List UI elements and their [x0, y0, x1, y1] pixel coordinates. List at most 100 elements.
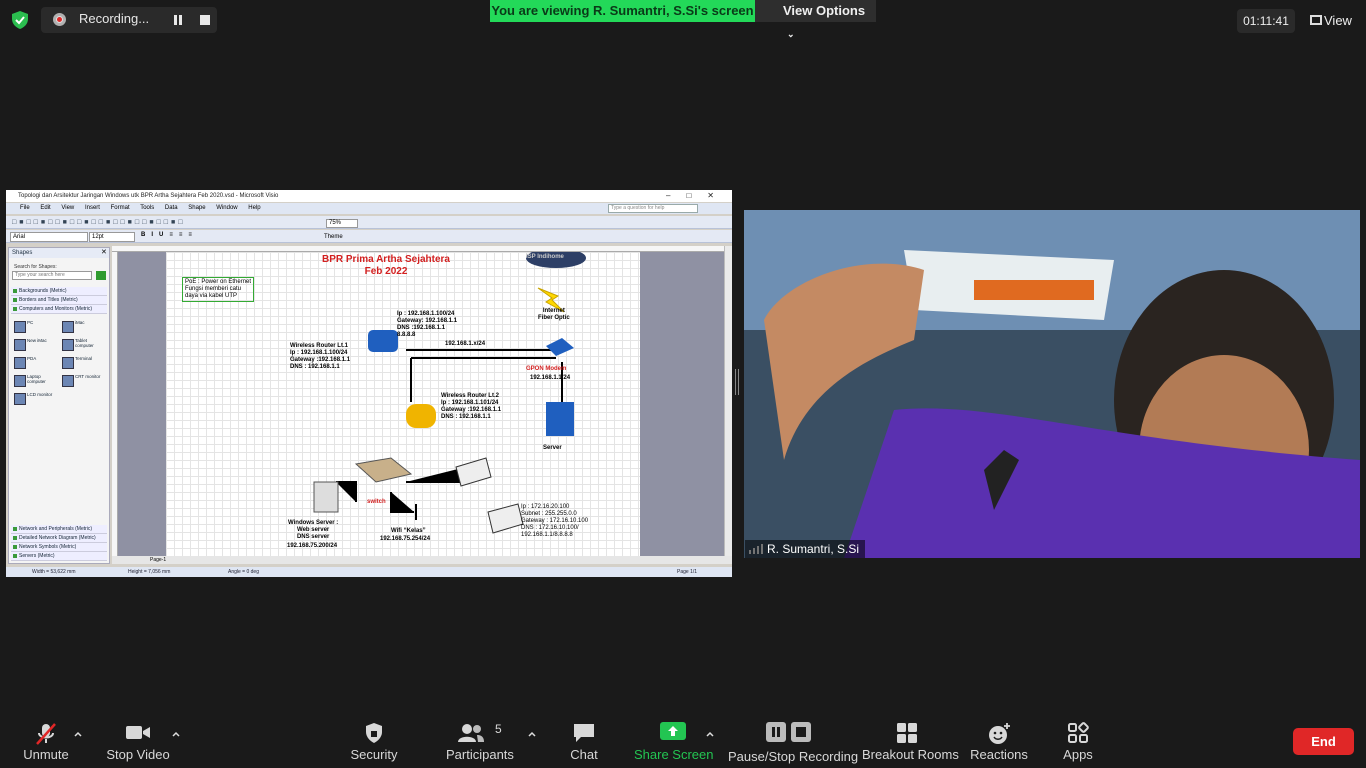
window-controls: –□✕: [666, 191, 730, 200]
pause-stop-icon: [766, 722, 811, 742]
menu-shape[interactable]: Shape: [188, 205, 205, 211]
reactions-button[interactable]: Reactions: [968, 718, 1030, 766]
shape-pc[interactable]: PC: [13, 320, 57, 334]
stencil-item[interactable]: Servers (Metric): [11, 552, 107, 561]
stencil-item[interactable]: Detailed Network Diagram (Metric): [11, 534, 107, 543]
page-tab[interactable]: Page-1: [150, 556, 166, 564]
chat-label: Chat: [570, 747, 598, 762]
breakout-rooms-button[interactable]: Breakout Rooms: [862, 718, 959, 766]
status-bar: Width = 53,622 mm Height = 7,056 mm Angl…: [6, 567, 732, 577]
participant-name-tag: R. Sumantri, S.Si: [745, 540, 866, 558]
router2-label: Wireless Router Lt.2 Ip : 192.168.1.101/…: [441, 393, 502, 420]
toolbar-icons[interactable]: □■□□■□□■□□■□□■□□■□□■□□■□: [12, 216, 185, 229]
viewing-banner: You are viewing R. Sumantri, S.Si's scre…: [490, 0, 755, 22]
shape-terminal[interactable]: Terminal: [61, 356, 105, 370]
security-label: Security: [350, 747, 398, 762]
menu-tools[interactable]: Tools: [140, 205, 154, 211]
video-frame: [744, 210, 1360, 558]
win-server-ip: 192.168.75.200/24: [287, 543, 338, 549]
view-options-button[interactable]: View Options ⌄: [755, 0, 876, 39]
stencil-item[interactable]: Backgrounds (Metric): [11, 287, 107, 296]
stencil-item[interactable]: Network Symbols (Metric): [11, 543, 107, 552]
isp-label: ISP Indihome: [526, 254, 564, 260]
diagram-title-line1: BPR Prima Artha Sejahtera: [321, 254, 450, 265]
stop-recording-icon[interactable]: [200, 15, 210, 25]
participants-count: 5: [495, 722, 502, 736]
chevron-down-icon: ⌄: [787, 29, 795, 39]
shape-crt-monitor[interactable]: CRT monitor: [61, 374, 105, 388]
search-shapes-input[interactable]: Type your search here: [12, 271, 92, 280]
apps-icon: [1068, 722, 1089, 743]
format-buttons[interactable]: BIU≡≡≡: [141, 232, 198, 238]
font-select[interactable]: Arial: [10, 232, 88, 242]
shape-imac[interactable]: iMac: [61, 320, 105, 334]
stencil-item[interactable]: Borders and Titles (Metric): [11, 296, 107, 305]
video-options-chevron-icon[interactable]: [171, 726, 181, 737]
apps-button[interactable]: Apps: [1054, 718, 1102, 766]
menu-insert[interactable]: Insert: [85, 205, 100, 211]
shape-lcd-monitor[interactable]: LCD monitor: [13, 392, 57, 406]
menu-edit[interactable]: Edit: [40, 205, 50, 211]
reactions-label: Reactions: [970, 747, 1028, 762]
share-screen-label: Share Screen: [634, 747, 714, 762]
view-button[interactable]: View: [1302, 9, 1358, 33]
menu-format[interactable]: Format: [111, 205, 130, 211]
pause-recording-label: Pause/Stop Recording: [728, 749, 859, 764]
wifi-label: Wifi “Kelas”: [391, 528, 426, 534]
diagram-title-line2: Feb 2022: [364, 266, 408, 277]
help-search-input[interactable]: Type a question for help: [608, 204, 698, 213]
font-size-select[interactable]: 12pt: [89, 232, 135, 242]
vertical-scrollbar[interactable]: [724, 246, 732, 556]
chat-button[interactable]: Chat: [560, 718, 608, 766]
recording-dot-icon: [53, 13, 66, 26]
menu-file[interactable]: File: [20, 205, 30, 211]
search-go-button[interactable]: [96, 271, 106, 280]
menu-view[interactable]: View: [61, 205, 74, 211]
audio-options-chevron-icon[interactable]: [73, 726, 83, 737]
shield-icon: [366, 723, 382, 743]
stencil-item[interactable]: Computers and Monitors (Metric): [11, 305, 107, 314]
close-icon[interactable]: ✕: [101, 248, 107, 258]
search-shapes-label: Search for Shapes:: [14, 264, 57, 270]
end-meeting-button[interactable]: End: [1293, 728, 1354, 755]
stop-video-button[interactable]: Stop Video: [102, 718, 174, 766]
participants-chevron-icon[interactable]: [527, 726, 537, 737]
pause-stop-recording-button[interactable]: Pause/Stop Recording: [728, 718, 859, 766]
server-label: Server: [543, 445, 562, 451]
shape-pda[interactable]: PDA: [13, 356, 57, 370]
standard-toolbar: □■□□■□□■□□■□□■□□■□□■□□■□: [6, 216, 732, 229]
gpon-ip: 192.168.1.1/24: [530, 375, 571, 381]
menu-help[interactable]: Help: [248, 205, 260, 211]
window-title: Topologi dan Arsitektur Jaringan Windows…: [6, 190, 732, 202]
split-divider-handle[interactable]: [735, 369, 739, 395]
shape-new-imac[interactable]: New iMac: [13, 338, 57, 352]
poe-note: PoE : Power on Ethernet Fungsi memberi c…: [182, 277, 255, 302]
page-tabs-bar: [112, 556, 732, 564]
status-page: Page 1/1: [677, 569, 698, 575]
shape-tablet[interactable]: Tablet computer: [61, 338, 105, 352]
stop-video-label: Stop Video: [106, 747, 170, 762]
menu-data[interactable]: Data: [165, 205, 178, 211]
meeting-timer: 01:11:41: [1237, 9, 1295, 33]
security-button[interactable]: Security: [343, 718, 405, 766]
share-options-chevron-icon[interactable]: [705, 726, 715, 737]
shape-laptop[interactable]: Laptop computer: [13, 374, 57, 388]
smiley-plus-icon: [989, 723, 1010, 744]
security-shield-icon[interactable]: [10, 10, 30, 30]
stencil-item[interactable]: Network and Peripherals (Metric): [11, 525, 107, 534]
diagram-page[interactable]: BPR Prima Artha Sejahtera Feb 2022 PoE :…: [166, 252, 640, 556]
menu-window[interactable]: Window: [216, 205, 237, 211]
win-server-label: Windows Server : Web server DNS server: [288, 520, 339, 540]
switch-label: switch: [367, 499, 386, 505]
laptop-config: Ip : 172.16.20.100 Subnet : 255.255.0.0 …: [521, 504, 589, 538]
breakout-rooms-label: Breakout Rooms: [862, 747, 959, 762]
share-screen-button[interactable]: Share Screen: [634, 718, 714, 766]
participants-button[interactable]: 5 Participants: [446, 718, 514, 766]
participants-icon: [458, 724, 484, 742]
theme-button[interactable]: Theme: [324, 234, 343, 240]
pause-recording-icon[interactable]: [173, 15, 183, 25]
unmute-button[interactable]: Unmute: [14, 718, 78, 766]
status-height: Height = 7,056 mm: [128, 569, 171, 575]
internet-label: Internet Fiber Optic: [538, 308, 570, 321]
zoom-select[interactable]: 75%: [326, 219, 358, 228]
